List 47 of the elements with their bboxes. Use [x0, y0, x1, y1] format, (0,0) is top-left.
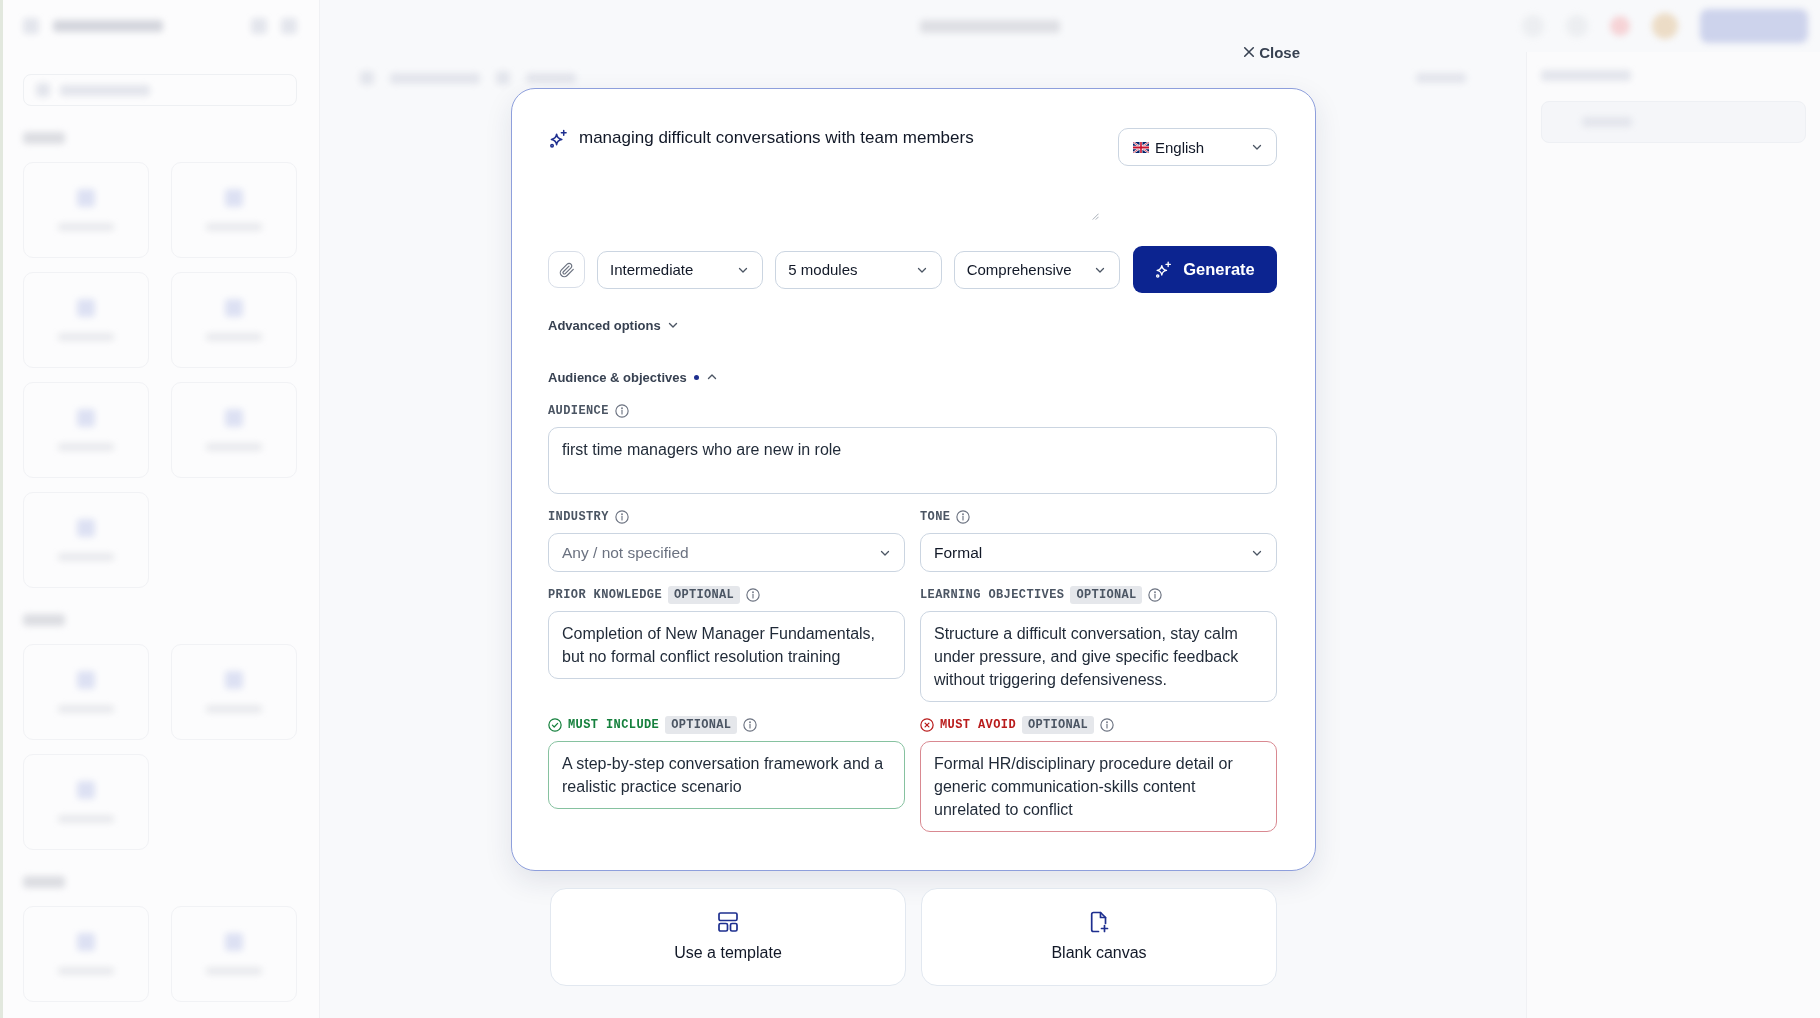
section-toggle[interactable]: Audience & objectives [548, 368, 718, 386]
dropdown-field[interactable]: Any / not specified [548, 533, 905, 572]
prompt-field[interactable]: managing difficult conversations with team members [579, 128, 1101, 222]
x-circle-icon [920, 718, 934, 732]
sparkle-icon [1155, 261, 1173, 278]
field-label: TONE [920, 509, 951, 525]
dropdown-field[interactable]: Formal [920, 533, 1277, 572]
text-field[interactable]: Formal HR/disciplinary procedure detail or generic communication-skills content unrelated to conflict [920, 741, 1277, 832]
text-field[interactable]: Structure a difficult conversation, stay calm under pressure, and give specific feedback without triggering defensiveness. [920, 611, 1277, 702]
info-icon [614, 404, 629, 418]
sparkle-icon [549, 129, 568, 148]
optional-badge: OPTIONAL [1022, 716, 1095, 734]
info-icon [746, 588, 761, 602]
optional-badge: OPTIONAL [668, 586, 741, 604]
info-icon [956, 510, 971, 524]
generate-button[interactable]: Generate [1133, 246, 1277, 293]
layout-icon [717, 911, 739, 933]
text-field[interactable]: Completion of New Manager Fundamentals, but no formal conflict resolution training [548, 611, 905, 679]
info-icon [743, 718, 758, 732]
text-field[interactable]: first time managers who are new in role [548, 427, 1277, 494]
file-plus-icon [1088, 911, 1110, 933]
close-icon [1243, 46, 1256, 58]
text-field[interactable]: A step-by-step conversation framework and a realistic practice scenario [548, 741, 905, 809]
option-dropdown[interactable]: 5 modules [775, 250, 942, 289]
option-dropdown[interactable]: Intermediate [597, 250, 764, 289]
optional-badge: OPTIONAL [665, 716, 738, 734]
info-icon [1100, 718, 1115, 732]
field-label: INDUSTRY [548, 509, 609, 525]
close-button[interactable]: Close [1243, 41, 1300, 63]
paperclip-icon [558, 261, 575, 278]
optional-badge: OPTIONAL [1070, 586, 1143, 604]
field-label: MUST INCLUDE [568, 717, 660, 733]
field-label: PRIOR KNOWLEDGE [548, 587, 663, 603]
field-label: AUDIENCE [548, 403, 609, 419]
field-label: LEARNING OBJECTIVES [920, 587, 1065, 603]
field-label: MUST AVOID [940, 717, 1016, 733]
template-card[interactable]: Use a template [550, 888, 906, 986]
check-circle-icon [548, 718, 562, 732]
flag-icon [1133, 141, 1149, 153]
info-icon [1148, 588, 1163, 602]
language-dropdown[interactable]: English [1118, 128, 1277, 166]
attach-button[interactable] [548, 251, 585, 288]
resize-grip-icon[interactable] [1092, 213, 1099, 220]
advanced-options-toggle[interactable]: Advanced options [548, 316, 679, 334]
info-icon [614, 510, 629, 524]
blank-canvas-card[interactable]: Blank canvas [921, 888, 1277, 986]
option-dropdown[interactable]: Comprehensive [953, 250, 1120, 289]
